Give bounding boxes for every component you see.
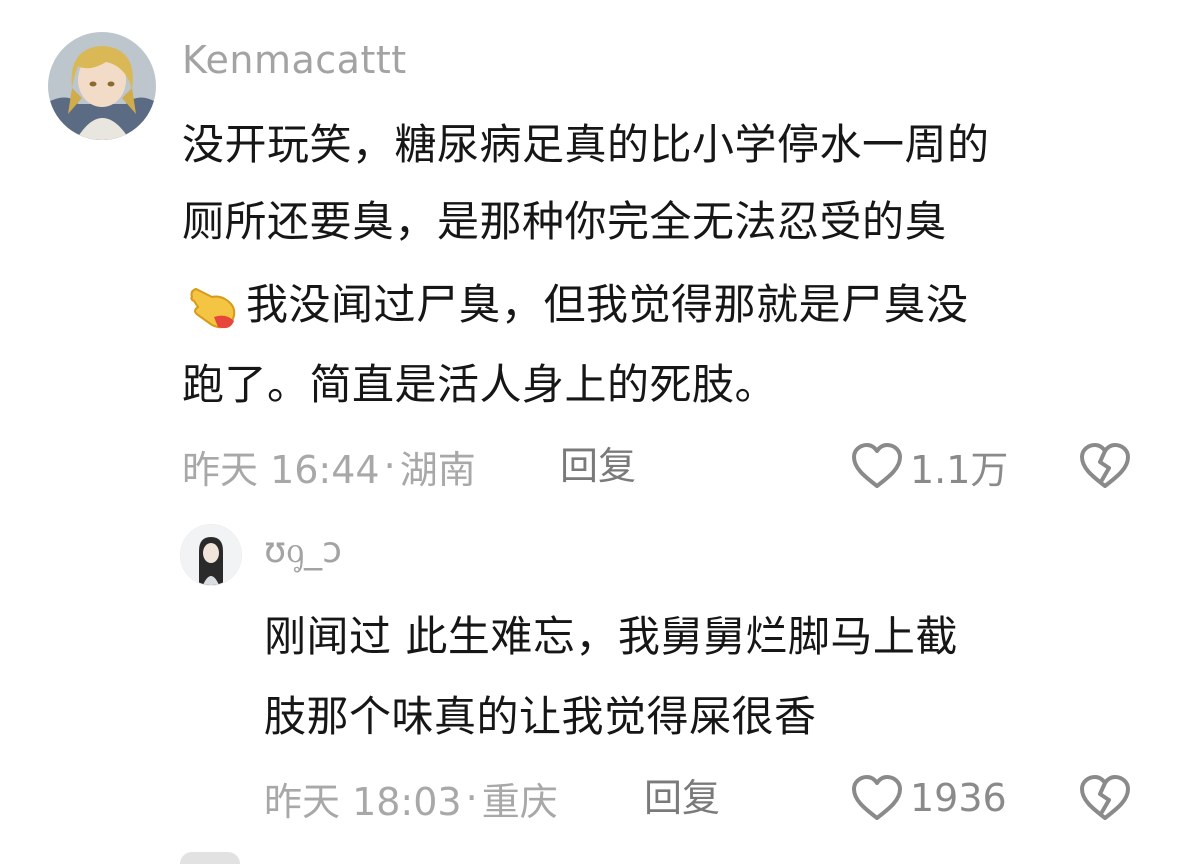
reply-button[interactable]: 回复 [560, 440, 636, 492]
dislike-button[interactable] [1078, 442, 1132, 490]
location: 湖南 [399, 447, 476, 492]
heart-outline-icon [852, 443, 902, 488]
comment-line: 厕所还要臭，是那种你完全无法忍受的臭 [182, 197, 948, 246]
reply-avatar[interactable] [180, 524, 242, 586]
timestamp: 昨天 16:44 [182, 447, 380, 492]
broken-heart-icon [1080, 443, 1130, 488]
reply-line: 肢那个味真的让我觉得屎很香 [264, 692, 817, 741]
dislike-button[interactable] [1078, 774, 1132, 822]
reply-meta: 昨天 18:03 · 重庆 [264, 772, 558, 824]
comment-line: 没开玩笑，糖尿病足真的比小学停水一周的 [182, 120, 990, 169]
like-button[interactable]: 1936 [850, 772, 1007, 824]
comment-line: 跑了。简直是活人身上的死肢。 [182, 360, 778, 409]
like-count: 1.1万 [910, 447, 1009, 492]
username[interactable]: Kenmacattt [182, 38, 407, 82]
pointing-hand-emoji [184, 277, 240, 333]
avatar[interactable] [48, 32, 156, 140]
comment-line: 我没闻过尸臭，但我觉得那就是尸臭没 [246, 280, 969, 329]
reply-line: 刚闻过 此生难忘，我舅舅烂脚马上截 [264, 612, 958, 661]
heart-outline-icon [852, 775, 902, 820]
meta-separator: · [383, 444, 396, 488]
like-button[interactable]: 1.1万 [850, 440, 1008, 492]
reply-button[interactable]: 回复 [644, 772, 720, 824]
reply-username[interactable]: ʊᧁ_ɔ [264, 530, 342, 574]
next-avatar-edge [180, 852, 240, 864]
location: 重庆 [481, 779, 558, 824]
comment-meta: 昨天 16:44 · 湖南 [182, 440, 476, 492]
like-count: 1936 [910, 776, 1007, 820]
meta-separator: · [465, 776, 478, 820]
broken-heart-icon [1080, 775, 1130, 820]
timestamp: 昨天 18:03 [264, 779, 462, 824]
